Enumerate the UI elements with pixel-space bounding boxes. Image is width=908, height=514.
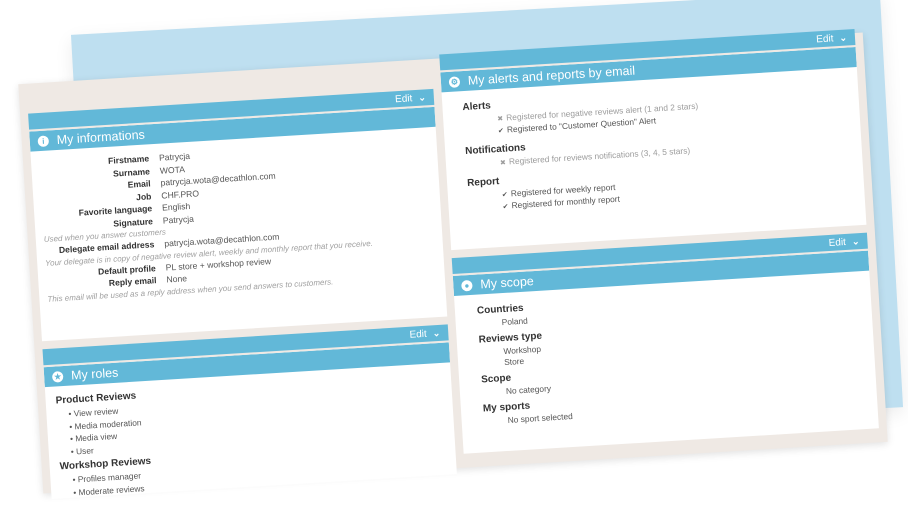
gears-icon: ⚙ bbox=[448, 75, 461, 88]
profile-board: Edit ⌄ i My informations Firstname Patrycj… bbox=[18, 29, 888, 499]
star-icon: ★ bbox=[51, 370, 64, 383]
roles-panel: ★ My roles Product Reviews • View review… bbox=[43, 342, 457, 499]
scope-body: Countries Poland Reviews type Workshop S… bbox=[454, 271, 877, 429]
alerts-body: Alerts ✖ Registered for negative reviews … bbox=[442, 67, 865, 216]
alerts-panel: ⚙ My alerts and reports by email Alerts … bbox=[440, 47, 867, 251]
roles-title: My roles bbox=[70, 365, 119, 383]
roles-edit-button[interactable]: Edit bbox=[409, 329, 427, 341]
circle-icon: ● bbox=[461, 279, 473, 292]
info-panel: i My informations Firstname Patrycja Surn… bbox=[29, 106, 448, 342]
chevron-down-icon[interactable]: ⌄ bbox=[851, 233, 860, 249]
scope-panel: ● My scope Countries Poland Reviews type… bbox=[452, 250, 879, 454]
chevron-down-icon[interactable]: ⌄ bbox=[418, 89, 427, 105]
scope-edit-button[interactable]: Edit bbox=[828, 237, 846, 249]
alerts-edit-button[interactable]: Edit bbox=[816, 33, 834, 45]
chevron-down-icon[interactable]: ⌄ bbox=[432, 325, 441, 341]
info-edit-button[interactable]: Edit bbox=[395, 93, 413, 105]
info-fields: Firstname Patrycja Surname WOTA Email patry… bbox=[30, 127, 445, 305]
scope-title: My scope bbox=[479, 274, 535, 292]
info-icon: i bbox=[37, 134, 50, 147]
chevron-down-icon[interactable]: ⌄ bbox=[839, 30, 848, 46]
